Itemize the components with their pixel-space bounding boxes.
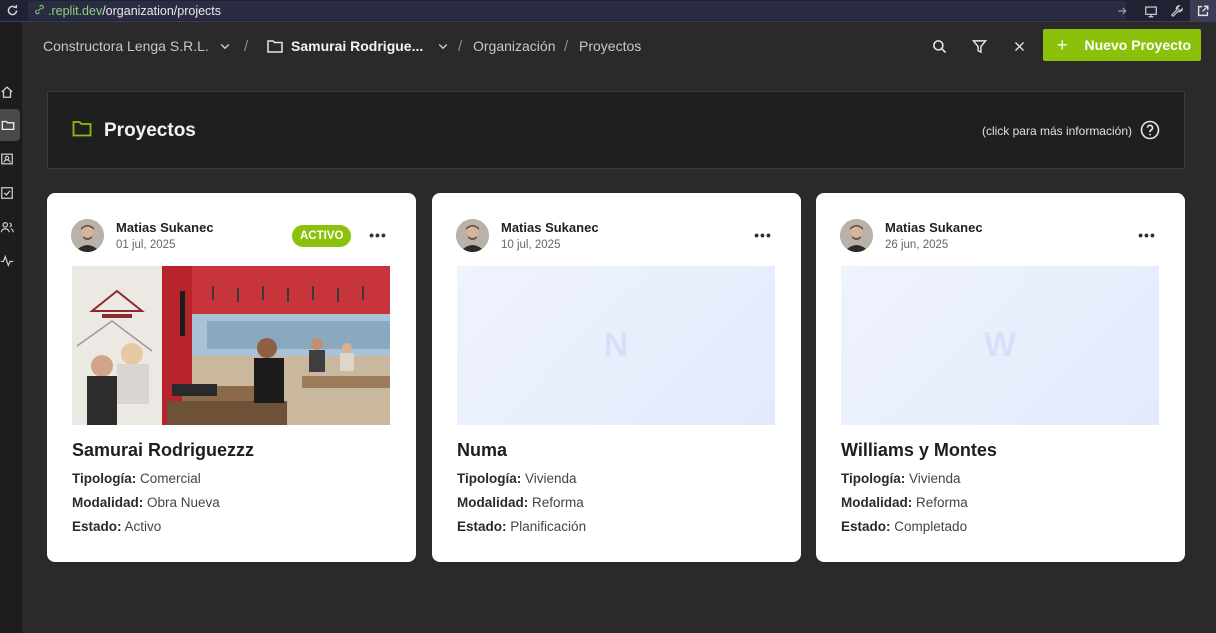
- project-image-placeholder: N: [457, 266, 775, 425]
- chevron-down-icon: [219, 40, 231, 52]
- project-typology: Tipología: Vivienda: [841, 471, 961, 486]
- status-badge: ACTIVO: [292, 225, 352, 247]
- avatar: [71, 219, 104, 252]
- close-icon[interactable]: [1007, 34, 1031, 58]
- project-typology: Tipología: Comercial: [72, 471, 201, 486]
- breadcrumb-project[interactable]: Samurai Rodrigue...: [267, 22, 449, 70]
- page-title: Proyectos: [104, 120, 196, 141]
- contact-card-icon[interactable]: [0, 146, 18, 172]
- browser-bar: .replit.dev/organization/projects: [0, 0, 1216, 22]
- chevron-down-icon: [437, 40, 449, 52]
- url-field[interactable]: .replit.dev/organization/projects: [28, 1, 1126, 20]
- project-card[interactable]: Matias Sukanec 26 jun, 2025 ••• W Willia…: [816, 193, 1185, 562]
- more-options-icon[interactable]: •••: [753, 227, 773, 243]
- activity-icon[interactable]: [0, 248, 18, 274]
- url-path: /organization/projects: [102, 3, 222, 18]
- project-modality: Modalidad: Reforma: [457, 495, 584, 510]
- new-project-label: Nuevo Proyecto: [1084, 37, 1192, 53]
- author-name: Matias Sukanec: [501, 220, 599, 235]
- avatar: [456, 219, 489, 252]
- forward-icon[interactable]: [1106, 0, 1138, 22]
- project-modality: Modalidad: Reforma: [841, 495, 968, 510]
- link-icon: [34, 4, 45, 18]
- project-date: 01 jul, 2025: [116, 239, 176, 251]
- breadcrumb-page: Proyectos: [579, 38, 642, 54]
- folder-nav-icon[interactable]: [0, 109, 20, 141]
- breadcrumb-org-label: Constructora Lenga S.R.L.: [43, 38, 209, 54]
- more-options-icon[interactable]: •••: [1137, 227, 1157, 243]
- filter-icon[interactable]: [967, 34, 991, 58]
- users-icon[interactable]: [0, 214, 18, 240]
- breadcrumb-organization[interactable]: Constructora Lenga S.R.L.: [43, 22, 231, 70]
- wrench-icon[interactable]: [1164, 0, 1190, 22]
- project-card[interactable]: Matias Sukanec 10 jul, 2025 ••• N Numa T…: [432, 193, 801, 562]
- author-name: Matias Sukanec: [116, 220, 214, 235]
- folder-icon: [72, 120, 92, 142]
- app-topbar: Constructora Lenga S.R.L. / Samurai Rodr…: [22, 22, 1216, 70]
- search-icon[interactable]: [927, 34, 951, 58]
- projects-header-panel: Proyectos (click para más información): [47, 91, 1185, 169]
- breadcrumb-separator: /: [458, 37, 463, 55]
- plus-icon: +: [1057, 35, 1068, 55]
- author-name: Matias Sukanec: [885, 220, 983, 235]
- breadcrumb-separator: /: [564, 37, 569, 55]
- project-name[interactable]: Numa: [457, 440, 507, 461]
- left-sidebar: [0, 22, 22, 633]
- new-project-button[interactable]: + Nuevo Proyecto: [1043, 29, 1201, 61]
- checkbox-icon[interactable]: [0, 180, 18, 206]
- project-state: Estado: Completado: [841, 519, 968, 534]
- url-host: .replit.dev: [48, 3, 103, 18]
- home-icon[interactable]: [0, 79, 18, 105]
- project-state: Estado: Activo: [72, 519, 162, 534]
- folder-icon: [267, 39, 283, 53]
- help-text[interactable]: (click para más información): [982, 124, 1132, 138]
- project-card[interactable]: Matias Sukanec 01 jul, 2025 ACTIVO ••• S…: [47, 193, 416, 562]
- monitor-icon[interactable]: [1138, 0, 1164, 22]
- avatar: [840, 219, 873, 252]
- project-name[interactable]: Samurai Rodriguezzz: [72, 440, 254, 461]
- project-image: [72, 266, 390, 425]
- project-date: 10 jul, 2025: [501, 239, 561, 251]
- breadcrumb-project-label: Samurai Rodrigue...: [291, 38, 424, 54]
- help-icon[interactable]: [1140, 120, 1160, 140]
- project-state: Estado: Planificación: [457, 519, 587, 534]
- open-external-icon[interactable]: [1190, 0, 1216, 22]
- project-image-placeholder: W: [841, 266, 1159, 425]
- browser-icons: [1106, 0, 1216, 22]
- project-name[interactable]: Williams y Montes: [841, 440, 997, 461]
- project-modality: Modalidad: Obra Nueva: [72, 495, 220, 510]
- breadcrumb-section[interactable]: Organización: [473, 22, 556, 70]
- project-typology: Tipología: Vivienda: [457, 471, 577, 486]
- more-options-icon[interactable]: •••: [368, 227, 388, 243]
- project-date: 26 jun, 2025: [885, 239, 949, 251]
- breadcrumb-separator: /: [244, 37, 249, 55]
- reload-icon[interactable]: [0, 0, 24, 22]
